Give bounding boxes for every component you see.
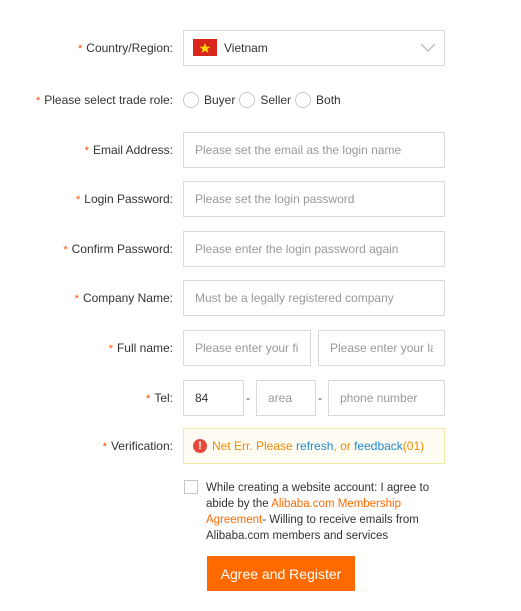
country-select[interactable]: Vietnam bbox=[183, 30, 445, 66]
feedback-link[interactable]: feedback bbox=[354, 439, 403, 453]
trade-role-label-text: Please select trade role: bbox=[44, 93, 173, 107]
password-row: * Login Password: bbox=[0, 181, 521, 217]
required-mark: * bbox=[78, 43, 83, 55]
tel-label: * Tel: bbox=[146, 380, 173, 416]
required-mark: * bbox=[76, 194, 81, 206]
radio-circle[interactable] bbox=[183, 92, 199, 108]
email-row: * Email Address: bbox=[0, 132, 521, 168]
tel-separator: - bbox=[246, 391, 250, 405]
agreement-checkbox[interactable] bbox=[184, 480, 198, 494]
country-code-field-box bbox=[183, 380, 244, 416]
chevron-down-icon bbox=[420, 43, 436, 52]
agreement-text: While creating a website account: I agre… bbox=[206, 480, 443, 544]
verification-label: * Verification: bbox=[103, 428, 173, 464]
radio-seller[interactable]: Seller bbox=[239, 92, 291, 108]
vietnam-flag-icon bbox=[193, 39, 217, 56]
trade-role-options: Buyer Seller Both bbox=[183, 82, 345, 118]
error-code: (01) bbox=[402, 439, 425, 453]
password-label: * Login Password: bbox=[76, 181, 173, 217]
first-name-field[interactable] bbox=[184, 331, 310, 365]
last-name-field[interactable] bbox=[319, 331, 444, 365]
verification-separator: , or bbox=[333, 439, 351, 453]
company-field[interactable] bbox=[184, 281, 444, 315]
required-mark: * bbox=[84, 145, 89, 157]
password-field[interactable] bbox=[184, 182, 444, 216]
trade-role-label: * Please select trade role: bbox=[36, 82, 173, 118]
verification-row: * Verification: ! Net Err. Please refresh… bbox=[0, 428, 521, 464]
full-name-label-text: Full name: bbox=[116, 341, 173, 355]
error-icon: ! bbox=[193, 439, 207, 453]
trade-role-row: * Please select trade role: Buyer Seller … bbox=[0, 82, 521, 118]
required-mark: * bbox=[108, 343, 113, 355]
password-label-text: Login Password: bbox=[84, 192, 173, 206]
area-code-field[interactable] bbox=[257, 381, 315, 415]
email-field[interactable] bbox=[184, 133, 444, 167]
email-field-box bbox=[183, 132, 445, 168]
country-label-text: Country/Region: bbox=[86, 41, 173, 55]
phone-number-field[interactable] bbox=[329, 381, 444, 415]
full-name-label: * Full name: bbox=[109, 330, 173, 366]
refresh-link[interactable]: refresh bbox=[296, 439, 333, 453]
required-mark: * bbox=[102, 441, 107, 453]
confirm-password-label: * Confirm Password: bbox=[63, 231, 173, 267]
company-row: * Company Name: bbox=[0, 280, 521, 316]
country-row: * Country/Region: Vietnam bbox=[0, 30, 521, 66]
tel-row: *Tel: - - bbox=[0, 380, 521, 416]
required-mark: * bbox=[74, 293, 79, 305]
required-mark: * bbox=[146, 393, 151, 405]
email-label-text: Email Address: bbox=[92, 143, 173, 157]
email-label: * Email Address: bbox=[85, 132, 173, 168]
verification-message: Net Err. Please bbox=[212, 439, 293, 453]
tel-label-text: Tel: bbox=[154, 391, 173, 405]
radio-circle[interactable] bbox=[295, 92, 312, 108]
company-label: * Company Name: bbox=[75, 280, 173, 316]
radio-both[interactable]: Both bbox=[295, 92, 341, 108]
verification-label-text: Verification: bbox=[110, 439, 173, 453]
radio-seller-label: Seller bbox=[260, 93, 292, 107]
area-field-box bbox=[256, 380, 316, 416]
radio-buyer[interactable]: Buyer bbox=[183, 92, 235, 108]
radio-both-label: Both bbox=[316, 93, 341, 107]
verification-error-box: ! Net Err. Please refresh, or feedback (… bbox=[183, 428, 445, 464]
agree-register-button[interactable]: Agree and Register bbox=[207, 556, 355, 591]
full-name-row: * Full name: bbox=[0, 330, 521, 366]
company-label-text: Company Name: bbox=[82, 291, 173, 305]
company-field-box bbox=[183, 280, 445, 316]
radio-buyer-label: Buyer bbox=[204, 93, 236, 107]
phone-number-field-box bbox=[328, 380, 445, 416]
country-code-field[interactable] bbox=[184, 381, 243, 415]
confirm-password-label-text: Confirm Password: bbox=[71, 242, 173, 256]
password-field-box bbox=[183, 181, 445, 217]
required-mark: * bbox=[35, 95, 41, 107]
confirm-password-row: * Confirm Password: bbox=[0, 231, 521, 267]
country-value: Vietnam bbox=[224, 41, 268, 55]
last-name-field-box bbox=[318, 330, 445, 366]
confirm-password-field[interactable] bbox=[184, 232, 444, 266]
first-name-field-box bbox=[183, 330, 311, 366]
radio-circle[interactable] bbox=[239, 92, 256, 108]
agreement-block: While creating a website account: I agre… bbox=[183, 480, 443, 544]
required-mark: * bbox=[63, 244, 68, 256]
confirm-password-field-box bbox=[183, 231, 445, 267]
tel-separator: - bbox=[318, 391, 322, 405]
country-label: * Country/Region: bbox=[78, 30, 173, 66]
